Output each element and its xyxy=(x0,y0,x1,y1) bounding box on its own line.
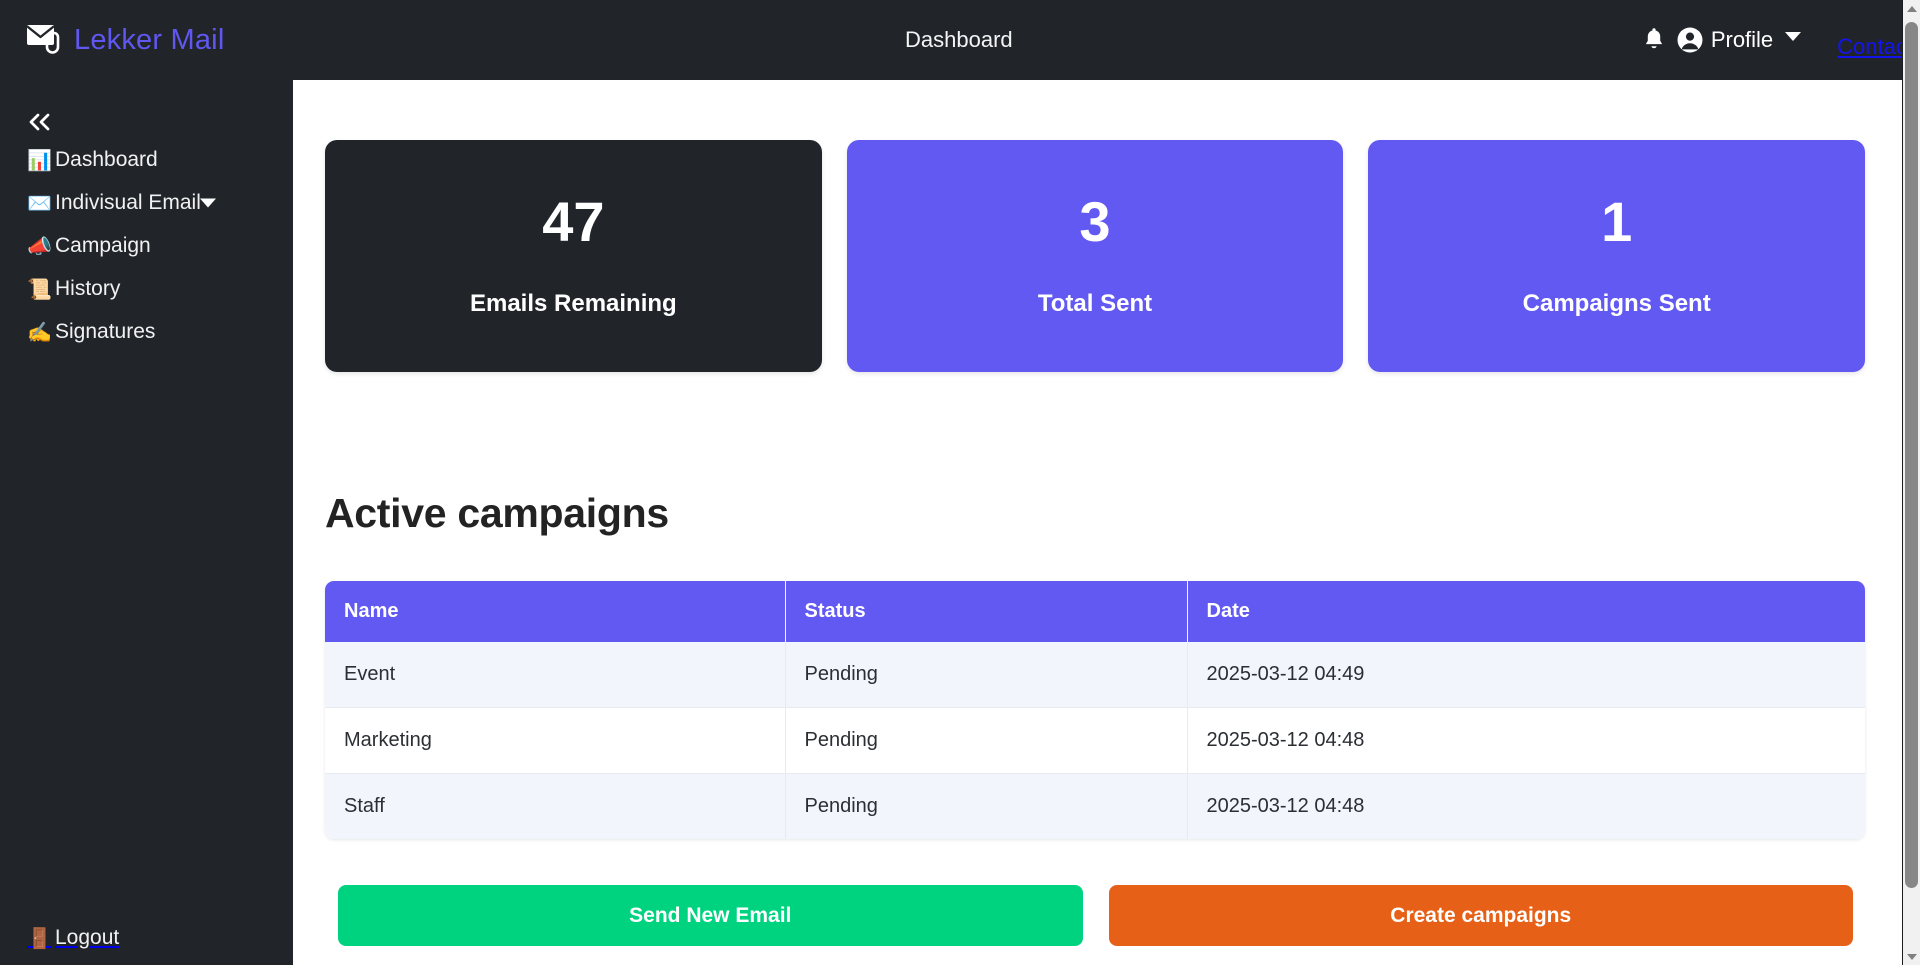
sidebar-item-label: Indivisual Email xyxy=(55,191,201,215)
stat-card-campaigns-sent: 1 Campaigns Sent xyxy=(1368,140,1865,372)
profile-label: Profile xyxy=(1711,27,1773,53)
top-navbar: Lekker Mail Dashboard Pr xyxy=(0,0,1920,80)
door-icon: 🚪 xyxy=(27,928,55,948)
logout-label: Logout xyxy=(55,926,119,950)
sidebar-collapse-button[interactable] xyxy=(27,110,61,138)
column-header-date: Date xyxy=(1187,581,1865,642)
megaphone-icon: 📣 xyxy=(27,236,55,256)
profile-menu[interactable]: Profile xyxy=(1677,27,1801,53)
column-header-status: Status xyxy=(785,581,1187,642)
table-row[interactable]: Staff Pending 2025-03-12 04:48 xyxy=(325,774,1865,840)
chevrons-left-icon xyxy=(27,113,53,136)
section-title-active-campaigns: Active campaigns xyxy=(325,490,669,537)
action-buttons-row: Send New Email Create campaigns xyxy=(338,885,1853,946)
brand-name: Lekker Mail xyxy=(74,24,224,57)
bar-chart-icon: 📊 xyxy=(27,150,55,170)
stat-label: Emails Remaining xyxy=(470,290,677,318)
sidebar-item-dashboard[interactable]: 📊 Dashboard xyxy=(0,138,293,181)
cell-status: Pending xyxy=(785,774,1187,840)
send-new-email-button[interactable]: Send New Email xyxy=(338,885,1083,946)
cell-date: 2025-03-12 04:48 xyxy=(1187,708,1865,774)
scroll-icon: 📜 xyxy=(27,279,55,299)
chevron-down-icon xyxy=(1785,32,1801,41)
page-scrollbar[interactable] xyxy=(1903,0,1920,965)
column-header-name: Name xyxy=(325,581,785,642)
sidebar-item-campaign[interactable]: 📣 Campaign xyxy=(0,224,293,267)
sidebar-item-indivisual-email[interactable]: ✉️ Indivisual Email xyxy=(0,181,293,224)
cell-name: Staff xyxy=(325,774,785,840)
stat-card-emails-remaining: 47 Emails Remaining xyxy=(325,140,822,372)
cell-date: 2025-03-12 04:48 xyxy=(1187,774,1865,840)
scrollbar-up-arrow-icon[interactable] xyxy=(1903,0,1920,17)
stat-card-total-sent: 3 Total Sent xyxy=(847,140,1344,372)
envelope-icon: ✉️ xyxy=(27,193,55,213)
table-row[interactable]: Event Pending 2025-03-12 04:49 xyxy=(325,642,1865,708)
sidebar-item-signatures[interactable]: ✍️ Signatures xyxy=(0,310,293,353)
scrollbar-down-arrow-icon[interactable] xyxy=(1903,948,1920,965)
topbar-actions: Profile Contact Us xyxy=(1643,0,1920,80)
table-row[interactable]: Marketing Pending 2025-03-12 04:48 xyxy=(325,708,1865,774)
create-campaigns-button[interactable]: Create campaigns xyxy=(1109,885,1854,946)
sidebar-item-label: Campaign xyxy=(55,234,151,258)
cell-name: Marketing xyxy=(325,708,785,774)
cell-status: Pending xyxy=(785,642,1187,708)
cell-date: 2025-03-12 04:49 xyxy=(1187,642,1865,708)
sidebar-nav: 📊 Dashboard ✉️ Indivisual Email 📣 Campai… xyxy=(0,138,293,353)
table-header-row: Name Status Date xyxy=(325,581,1865,642)
stat-value: 1 xyxy=(1601,194,1632,250)
sidebar-item-label: History xyxy=(55,277,120,301)
scrollbar-divider xyxy=(1902,0,1903,965)
sidebar: 📊 Dashboard ✉️ Indivisual Email 📣 Campai… xyxy=(0,80,293,965)
main-content: 47 Emails Remaining 3 Total Sent 1 Campa… xyxy=(293,80,1905,965)
sidebar-item-logout[interactable]: 🚪 Logout xyxy=(0,916,293,960)
stat-value: 47 xyxy=(542,194,604,250)
stat-label: Campaigns Sent xyxy=(1523,290,1711,318)
bell-icon[interactable] xyxy=(1643,28,1665,52)
sidebar-item-history[interactable]: 📜 History xyxy=(0,267,293,310)
app-root: Lekker Mail Dashboard Pr xyxy=(0,0,1920,965)
chevron-down-icon[interactable] xyxy=(200,198,216,207)
sidebar-item-label: Signatures xyxy=(55,320,155,344)
envelope-attachment-icon xyxy=(26,23,64,57)
stat-value: 3 xyxy=(1079,194,1110,250)
stat-cards-row: 47 Emails Remaining 3 Total Sent 1 Campa… xyxy=(325,140,1865,372)
active-campaigns-table: Name Status Date Event Pending 2025-03-1… xyxy=(325,581,1865,839)
cell-name: Event xyxy=(325,642,785,708)
user-circle-icon xyxy=(1677,27,1703,53)
sidebar-item-label: Dashboard xyxy=(55,148,158,172)
scrollbar-thumb[interactable] xyxy=(1905,22,1918,888)
writing-hand-icon: ✍️ xyxy=(27,322,55,342)
page-title: Dashboard xyxy=(905,27,1013,53)
stat-label: Total Sent xyxy=(1038,290,1152,318)
cell-status: Pending xyxy=(785,708,1187,774)
brand-logo-link[interactable]: Lekker Mail xyxy=(26,23,224,57)
